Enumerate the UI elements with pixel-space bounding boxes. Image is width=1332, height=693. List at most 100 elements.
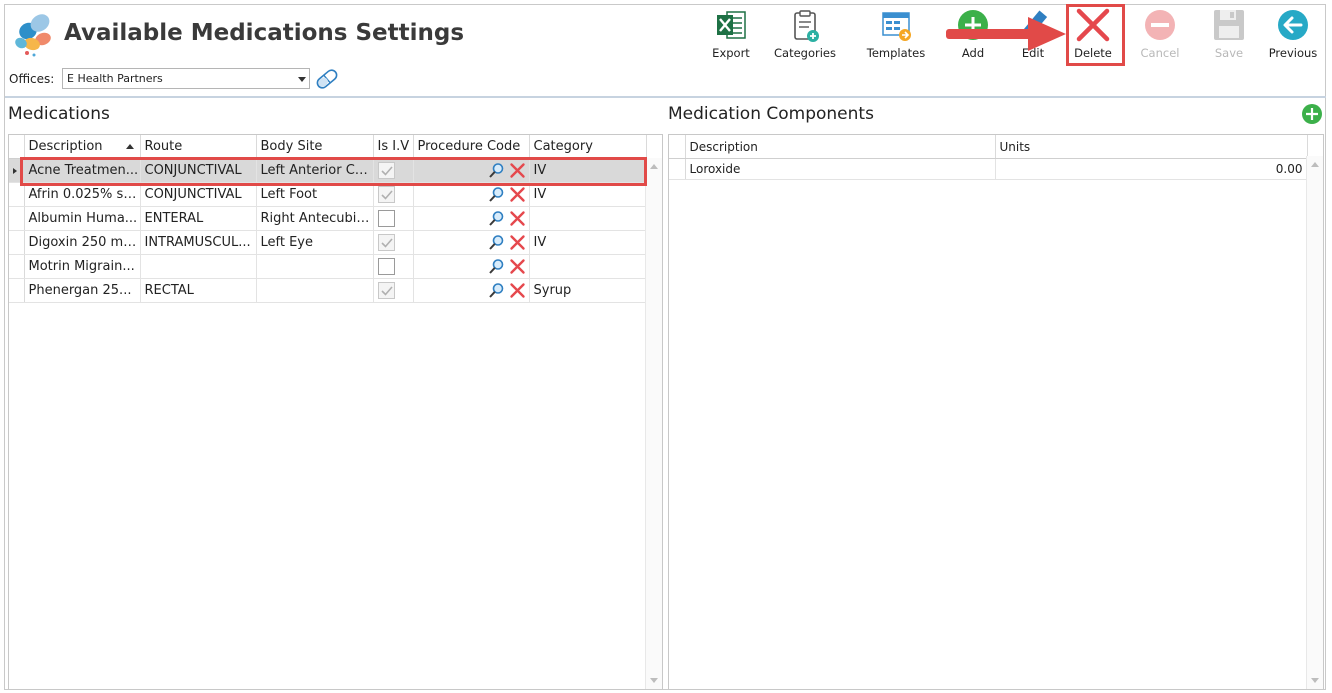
close-icon[interactable]	[509, 234, 526, 251]
column-header-category[interactable]: Category	[529, 135, 647, 159]
cell-procedure-code	[413, 230, 530, 255]
table-row[interactable]: Motrin Migrain...	[9, 254, 647, 279]
arrow-left-icon	[1278, 10, 1308, 40]
components-header-row: Description Units	[669, 135, 1308, 159]
categories-label: Categories	[774, 46, 836, 60]
close-icon[interactable]	[509, 282, 526, 299]
scroll-down-icon[interactable]	[1311, 678, 1319, 683]
app-logo-icon	[15, 14, 51, 57]
is-iv-checkbox[interactable]	[377, 234, 395, 251]
checkmark-icon	[380, 190, 393, 200]
header-separator	[5, 96, 1326, 98]
office-select-value: E Health Partners	[67, 72, 163, 85]
row-indicator	[669, 158, 686, 180]
checkmark-icon	[380, 286, 393, 296]
is-iv-checkbox[interactable]	[377, 186, 395, 203]
annotation-arrow-icon	[946, 17, 1066, 51]
row-indicator	[9, 278, 25, 303]
cell-procedure-code	[413, 182, 530, 207]
scroll-down-icon[interactable]	[650, 678, 658, 683]
cell-body-site[interactable]: Left Foot	[256, 182, 374, 207]
cell-description[interactable]: Digoxin 250 mc...	[24, 230, 141, 255]
save-label: Save	[1214, 46, 1244, 60]
cell-description[interactable]: Motrin Migrain...	[24, 254, 141, 279]
search-icon[interactable]	[488, 210, 505, 227]
cell-route[interactable]: INTRAMUSCUL...	[140, 230, 257, 255]
cell-category[interactable]: IV	[529, 182, 647, 207]
close-icon[interactable]	[509, 210, 526, 227]
cell-description[interactable]: Phenergan 25...	[24, 278, 141, 303]
components-title: Medication Components	[668, 104, 874, 124]
row-indicator	[9, 206, 25, 231]
row-indicator	[9, 254, 25, 279]
table-row[interactable]: Digoxin 250 mc... INTRAMUSCUL... Left Eye I…	[9, 230, 647, 255]
cell-description[interactable]: Afrin 0.025% so...	[24, 182, 141, 207]
delete-highlight-box	[1066, 4, 1125, 66]
cell-route[interactable]: CONJUNCTIVAL	[140, 182, 257, 207]
column-header-body-site[interactable]: Body Site	[256, 135, 374, 159]
save-button[interactable]: Save	[1197, 6, 1261, 64]
medications-scrollbar[interactable]	[645, 158, 662, 689]
close-icon[interactable]	[509, 258, 526, 275]
column-header-description[interactable]: Description	[24, 135, 141, 159]
column-header-route[interactable]: Route	[140, 135, 257, 159]
medications-grid: Description Route Body Site Is I.V Proce…	[8, 134, 663, 690]
cell-body-site[interactable]: Left Eye	[256, 230, 374, 255]
column-header-description[interactable]: Description	[685, 135, 996, 159]
offices-label: Offices:	[9, 72, 55, 86]
table-row[interactable]: Phenergan 25... RECTAL Syrup	[9, 278, 647, 303]
is-iv-checkbox[interactable]	[377, 210, 395, 227]
categories-button[interactable]: Categories	[773, 6, 837, 64]
is-iv-checkbox[interactable]	[377, 258, 395, 275]
cell-description[interactable]: Albumin Huma...	[24, 206, 141, 231]
cancel-label: Cancel	[1140, 46, 1180, 60]
column-header-units[interactable]: Units	[995, 135, 1308, 159]
chevron-down-icon	[298, 77, 306, 82]
cell-category[interactable]	[529, 254, 647, 279]
cell-category[interactable]	[529, 206, 647, 231]
add-component-icon[interactable]	[1301, 103, 1323, 125]
cell-category[interactable]: IV	[529, 230, 647, 255]
templates-icon	[882, 12, 911, 41]
cell-route[interactable]: ENTERAL	[140, 206, 257, 231]
cell-is-iv	[373, 206, 414, 231]
clipboard-add-icon	[794, 10, 819, 42]
row-indicator-header	[9, 135, 25, 159]
cell-category[interactable]: Syrup	[529, 278, 647, 303]
is-iv-checkbox[interactable]	[377, 282, 395, 299]
column-header-is-iv[interactable]: Is I.V	[373, 135, 414, 159]
search-icon[interactable]	[488, 258, 505, 275]
cell-route[interactable]: RECTAL	[140, 278, 257, 303]
column-header-procedure-code[interactable]: Procedure Code	[413, 135, 530, 159]
search-icon[interactable]	[488, 282, 505, 299]
table-row[interactable]: Loroxide 0.00	[669, 158, 1308, 180]
search-icon[interactable]	[488, 186, 505, 203]
components-scrollbar[interactable]	[1306, 156, 1323, 689]
cell-units[interactable]: 0.00	[995, 158, 1308, 180]
scroll-up-icon[interactable]	[1311, 162, 1319, 167]
checkmark-icon	[380, 238, 393, 248]
table-row[interactable]: Albumin Huma... ENTERAL Right Antecubit...	[9, 206, 647, 231]
close-icon[interactable]	[509, 186, 526, 203]
templates-button[interactable]: Templates	[864, 6, 928, 64]
cell-is-iv	[373, 278, 414, 303]
office-select[interactable]: E Health Partners	[62, 68, 310, 89]
row-indicator-header	[669, 135, 686, 159]
table-row[interactable]: Afrin 0.025% so... CONJUNCTIVAL Left Foot I…	[9, 182, 647, 207]
cell-body-site[interactable]	[256, 254, 374, 279]
components-grid: Description Units Loroxide 0.00	[668, 134, 1324, 690]
export-button[interactable]: Export	[699, 6, 763, 64]
previous-button[interactable]: Previous	[1261, 6, 1325, 64]
cell-body-site[interactable]: Right Antecubit...	[256, 206, 374, 231]
cell-description[interactable]: Loroxide	[685, 158, 996, 180]
pill-icon[interactable]	[313, 66, 341, 92]
cell-route[interactable]	[140, 254, 257, 279]
cancel-icon	[1145, 10, 1175, 40]
cell-is-iv	[373, 182, 414, 207]
cell-body-site[interactable]	[256, 278, 374, 303]
scroll-up-icon[interactable]	[650, 164, 658, 169]
search-icon[interactable]	[488, 234, 505, 251]
export-label: Export	[712, 46, 750, 60]
cell-procedure-code	[413, 278, 530, 303]
cancel-button[interactable]: Cancel	[1128, 6, 1192, 64]
